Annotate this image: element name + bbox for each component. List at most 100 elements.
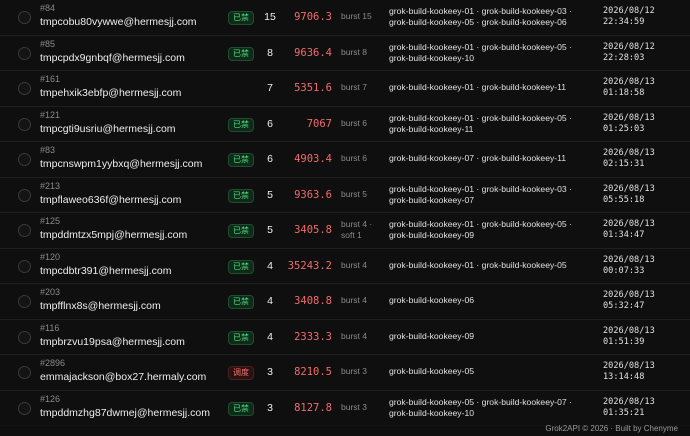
build-key-line: grok-build-kookeey-11 xyxy=(389,123,474,134)
timestamp-date: 2026/08/13 xyxy=(603,219,655,229)
timestamp-date: 2026/08/13 xyxy=(603,112,655,123)
account-email: tmpddmzhg87dwmej@hermesjj.com xyxy=(40,406,210,419)
status-badge: 已禁 xyxy=(228,401,254,416)
status-badge: 已禁 xyxy=(228,224,254,238)
burst-info: burst 4 xyxy=(341,295,367,306)
usage-value: 35243.2 xyxy=(287,259,332,272)
build-key-line: grok-build-kookeey-10 xyxy=(389,407,475,418)
burst-info: burst 3 xyxy=(341,366,367,377)
status-badge: 调度 xyxy=(228,366,254,380)
account-email: tmpcpdx9gnbqf@hermesjj.com xyxy=(40,51,185,64)
timestamp-date: 2026/08/12 xyxy=(603,41,655,52)
burst-line: soft 1 xyxy=(341,230,362,240)
timestamp: 2026/08/13 01:34:47 xyxy=(603,219,655,241)
timestamp: 2026/08/13 01:18:58 xyxy=(603,77,655,99)
usage-count: 6 xyxy=(267,117,273,130)
build-keys: grok-build-kookeey-06 xyxy=(389,295,474,306)
row-checkbox[interactable] xyxy=(18,295,31,308)
build-key-line: grok-build-kookeey-01 · grok-build-kooke… xyxy=(389,112,572,123)
burst-line: burst 8 xyxy=(341,46,367,57)
timestamp: 2026/08/13 13:14:48 xyxy=(603,361,655,383)
row-checkbox[interactable] xyxy=(18,82,31,95)
table-row[interactable]: #213 tmpflaweo636f@hermesjj.com 已禁 5 9363.6 b… xyxy=(0,178,690,213)
build-key-line: grok-build-kookeey-06 xyxy=(389,295,475,305)
timestamp-date: 2026/08/13 xyxy=(603,254,655,265)
account-id: #2896 xyxy=(40,358,66,368)
row-checkbox[interactable] xyxy=(18,11,31,24)
account-table: #84 tmpcobu80vywwe@hermesjj.com 已禁 15 9706.3… xyxy=(0,0,690,436)
timestamp: 2026/08/12 22:34:59 xyxy=(603,6,655,28)
row-checkbox[interactable] xyxy=(18,366,31,379)
build-keys: grok-build-kookeey-01 · grok-build-kooke… xyxy=(389,42,572,64)
build-keys: grok-build-kookeey-05 · grok-build-kooke… xyxy=(389,397,572,419)
burst-info: burst 8 xyxy=(341,47,367,58)
build-key-line: grok-build-kookeey-01 · grok-build-kooke… xyxy=(389,82,567,92)
table-row[interactable]: #120 tmpcdbtr391@hermesjj.com 已禁 4 35243.2 bu… xyxy=(0,249,690,284)
usage-count: 8 xyxy=(267,46,273,59)
row-checkbox[interactable] xyxy=(18,330,31,344)
build-key-line: grok-build-kookeey-05 xyxy=(389,366,475,376)
table-row[interactable]: #85 tmpcpdx9gnbqf@hermesjj.com 已禁 8 9636.4 bu… xyxy=(0,36,690,71)
timestamp-time: 01:25:03 xyxy=(603,123,645,134)
row-checkbox[interactable] xyxy=(18,401,31,415)
usage-value: 3408.8 xyxy=(294,295,332,307)
timestamp: 2026/08/13 00:07:33 xyxy=(603,255,655,277)
account-id: #126 xyxy=(40,393,61,404)
timestamp-time: 01:35:21 xyxy=(603,407,645,418)
status-badge: 已禁 xyxy=(228,330,254,345)
usage-count: 6 xyxy=(267,153,273,165)
status-badge: 已禁 xyxy=(228,46,254,61)
table-row[interactable]: #121 tmpcgti9usriu@hermesjj.com 已禁 6 7067 bur… xyxy=(0,107,690,142)
usage-value: 8210.5 xyxy=(294,366,332,378)
timestamp: 2026/08/13 01:35:21 xyxy=(603,397,655,419)
row-checkbox[interactable] xyxy=(18,259,31,273)
table-row[interactable]: #2896 emmajackson@box27.hermaly.com 调度 3 821… xyxy=(0,355,690,391)
table-row[interactable]: #125 tmpddmtzx5mpj@hermesjj.com 已禁 5 3405.8 b… xyxy=(0,213,690,249)
build-key-line: grok-build-kookeey-09 xyxy=(389,330,475,341)
burst-line: burst 4 · xyxy=(341,219,373,229)
burst-info: burst 4 · soft 1 xyxy=(341,219,372,241)
build-key-line: grok-build-kookeey-07 xyxy=(389,194,475,205)
usage-value: 8127.8 xyxy=(294,401,332,414)
build-key-line: grok-build-kookeey-01 · grok-build-kooke… xyxy=(389,41,572,52)
build-key-line: grok-build-kookeey-01 · grok-build-kooke… xyxy=(389,6,572,16)
row-checkbox[interactable] xyxy=(18,224,31,237)
table-row[interactable]: #126 tmpddmzhg87dwmej@hermesjj.com 已禁 3 8127… xyxy=(0,391,690,426)
table-row[interactable]: #161 tmpehxik3ebfp@hermesjj.com 7 5351.6 bur… xyxy=(0,71,690,107)
timestamp-time: 01:51:39 xyxy=(603,336,645,347)
status-badge: 已禁 xyxy=(228,188,254,203)
burst-line: burst 6 xyxy=(341,153,367,163)
table-row[interactable]: #83 tmpcnswpm1yybxq@hermesjj.com 已禁 6 4903.4… xyxy=(0,142,690,178)
row-checkbox[interactable] xyxy=(18,153,31,166)
account-email: tmpcdbtr391@hermesjj.com xyxy=(40,264,172,277)
usage-count: 5 xyxy=(267,224,273,236)
usage-value: 9706.3 xyxy=(294,11,332,23)
row-checkbox[interactable] xyxy=(18,46,31,60)
account-email: tmpcgti9usriu@hermesjj.com xyxy=(40,122,176,135)
table-row[interactable]: #203 tmpfflnx8s@hermesjj.com 已禁 4 3408.8 burs… xyxy=(0,284,690,320)
row-checkbox[interactable] xyxy=(18,188,31,202)
build-keys: grok-build-kookeey-07 · grok-build-kooke… xyxy=(389,153,566,164)
table-row[interactable]: #116 tmpbrzvu19psa@hermesjj.com 已禁 4 2333.3 b… xyxy=(0,320,690,355)
row-checkbox[interactable] xyxy=(18,117,31,131)
timestamp-date: 2026/08/13 xyxy=(603,290,655,300)
account-id: #161 xyxy=(40,74,61,84)
account-id: #84 xyxy=(40,3,56,13)
usage-count: 4 xyxy=(267,330,273,343)
usage-value: 3405.8 xyxy=(294,224,332,236)
table-row[interactable]: #84 tmpcobu80vywwe@hermesjj.com 已禁 15 9706.3… xyxy=(0,0,690,36)
account-id: #121 xyxy=(40,109,61,120)
account-id: #120 xyxy=(40,251,61,262)
usage-count: 3 xyxy=(267,366,273,378)
footer-credit: Grok2API © 2026 · Built by Chenyme xyxy=(545,424,678,433)
build-keys: grok-build-kookeey-09 xyxy=(389,331,474,342)
build-keys: grok-build-kookeey-01 · grok-build-kooke… xyxy=(389,219,572,241)
usage-count: 7 xyxy=(267,82,273,94)
burst-info: burst 5 xyxy=(341,189,367,200)
account-email: tmpcobu80vywwe@hermesjj.com xyxy=(40,16,197,28)
timestamp: 2026/08/13 02:15:31 xyxy=(603,148,655,170)
burst-info: burst 15 xyxy=(341,11,372,22)
usage-value: 9636.4 xyxy=(294,46,332,59)
account-email: tmpddmtzx5mpj@hermesjj.com xyxy=(40,229,188,241)
burst-line: burst 4 xyxy=(341,330,367,341)
